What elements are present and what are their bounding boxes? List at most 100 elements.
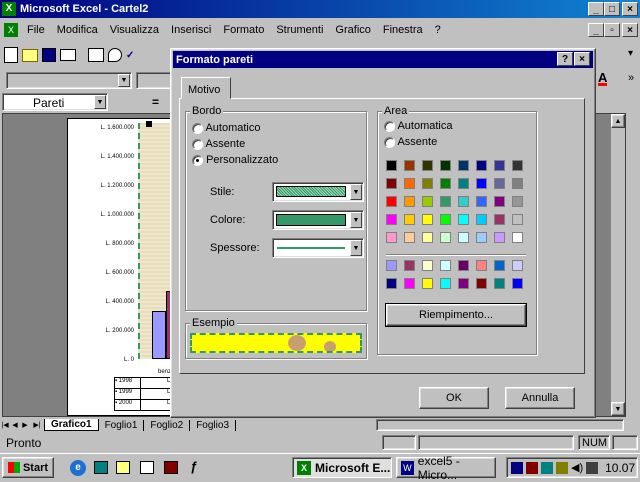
color-swatch[interactable] <box>386 160 397 171</box>
color-swatch[interactable] <box>458 178 469 189</box>
radio-circle[interactable] <box>192 122 203 134</box>
scroll-up-button[interactable]: ▲ <box>611 114 625 128</box>
tab-scroll-prev-icon[interactable]: ◀ <box>10 421 20 429</box>
maximize-button[interactable]: □ <box>604 2 620 16</box>
color-swatch[interactable] <box>386 260 397 271</box>
doc-close-button[interactable]: × <box>622 23 638 37</box>
menu-file[interactable]: File <box>21 24 51 36</box>
color-swatch[interactable] <box>494 214 505 225</box>
color-swatch[interactable] <box>476 278 487 289</box>
color-swatch[interactable] <box>404 278 415 289</box>
save-icon[interactable] <box>42 48 56 62</box>
tray-icon[interactable] <box>511 461 523 474</box>
dialog-close-button[interactable]: × <box>574 52 590 66</box>
tab-scroll-next-icon[interactable]: ▶ <box>20 421 30 429</box>
formula-equals[interactable]: = <box>152 95 159 109</box>
menu-visualizza[interactable]: Visualizza <box>104 24 165 36</box>
radio-circle[interactable] <box>192 154 203 166</box>
preview-icon[interactable] <box>108 48 122 62</box>
tab-scroll-last-icon[interactable]: ▶| <box>30 421 44 429</box>
tray-icon[interactable] <box>586 461 599 474</box>
tray-icon[interactable] <box>526 461 538 474</box>
color-swatch[interactable] <box>458 196 469 207</box>
color-swatch[interactable] <box>440 260 451 271</box>
fill-effects-button[interactable]: Riempimento... <box>385 303 527 327</box>
menu-formato[interactable]: Formato <box>217 24 270 36</box>
color-swatch[interactable] <box>494 232 505 243</box>
color-swatch[interactable] <box>386 278 397 289</box>
horizontal-scrollbar[interactable] <box>376 419 624 431</box>
color-dropdown[interactable]: ▼ <box>272 210 364 230</box>
task-excel[interactable]: X Microsoft E... <box>292 457 392 478</box>
color-swatch[interactable] <box>386 214 397 225</box>
color-swatch[interactable] <box>494 178 505 189</box>
color-swatch[interactable] <box>404 260 415 271</box>
chevron-down-icon[interactable]: ▼ <box>94 95 106 109</box>
color-swatch[interactable] <box>458 278 469 289</box>
chart-bar[interactable] <box>152 311 166 359</box>
sheet-tab-grafico1[interactable]: Grafico1 <box>44 419 99 431</box>
color-swatch[interactable] <box>476 178 487 189</box>
color-swatch[interactable] <box>440 214 451 225</box>
workbook-icon[interactable]: X <box>4 23 18 37</box>
color-swatch[interactable] <box>440 178 451 189</box>
quicklaunch-icon[interactable] <box>94 461 108 474</box>
color-swatch[interactable] <box>458 232 469 243</box>
color-swatch[interactable] <box>440 160 451 171</box>
print-icon[interactable] <box>60 49 76 61</box>
tab-motivo[interactable]: Motivo <box>181 77 231 99</box>
color-swatch[interactable] <box>422 278 433 289</box>
ok-button[interactable]: OK <box>419 387 489 409</box>
color-swatch[interactable] <box>494 260 505 271</box>
tray-icon[interactable] <box>541 461 553 474</box>
color-swatch[interactable] <box>458 260 469 271</box>
wall-selection-handle[interactable] <box>146 121 152 127</box>
menu-inserisci[interactable]: Inserisci <box>165 24 217 36</box>
chevron-down-icon[interactable]: ▼ <box>118 74 130 87</box>
color-swatch[interactable] <box>422 196 433 207</box>
color-swatch[interactable] <box>404 160 415 171</box>
color-swatch[interactable] <box>386 178 397 189</box>
speaker-icon[interactable]: ◀) <box>571 461 583 474</box>
color-swatch[interactable] <box>512 196 523 207</box>
color-swatch[interactable] <box>494 278 505 289</box>
sheet-tab-foglio1[interactable]: Foglio1 <box>99 419 145 431</box>
close-button[interactable]: × <box>622 2 638 16</box>
name-box[interactable]: Pareti ▼ <box>2 93 108 111</box>
color-swatch[interactable] <box>404 232 415 243</box>
doc-minimize-button[interactable]: _ <box>588 23 604 37</box>
tray-icon[interactable] <box>556 461 568 474</box>
font-color-icon[interactable]: A <box>598 71 608 86</box>
color-swatch[interactable] <box>422 260 433 271</box>
radio-automatico[interactable]: Automatico <box>192 122 260 134</box>
color-swatch[interactable] <box>422 160 433 171</box>
color-swatch[interactable] <box>440 278 451 289</box>
color-swatch[interactable] <box>440 196 451 207</box>
scroll-down-button[interactable]: ▼ <box>611 402 625 416</box>
sheet-tab-foglio3[interactable]: Foglio3 <box>190 419 237 431</box>
color-swatch[interactable] <box>512 160 523 171</box>
color-swatch[interactable] <box>494 196 505 207</box>
quicklaunch-icon[interactable]: ƒ <box>190 459 197 474</box>
color-swatch[interactable] <box>386 232 397 243</box>
color-swatch[interactable] <box>440 232 451 243</box>
color-swatch[interactable] <box>476 160 487 171</box>
clock[interactable]: 10.07 <box>605 461 635 475</box>
toolbar-overflow-icon[interactable]: » <box>628 72 634 84</box>
quicklaunch-icon[interactable] <box>164 461 178 474</box>
color-swatch[interactable] <box>404 214 415 225</box>
color-swatch[interactable] <box>512 260 523 271</box>
menu-grafico[interactable]: Grafico <box>329 24 376 36</box>
color-swatch[interactable] <box>422 214 433 225</box>
menu-finestra[interactable]: Finestra <box>377 24 429 36</box>
tab-scroll-first-icon[interactable]: |◀ <box>0 421 10 429</box>
radio-personalizzato[interactable]: Personalizzato <box>192 154 278 166</box>
cancel-button[interactable]: Annulla <box>505 387 575 409</box>
chevron-down-icon[interactable]: ▼ <box>350 184 362 200</box>
color-swatch[interactable] <box>512 178 523 189</box>
color-swatch[interactable] <box>476 232 487 243</box>
sheet-tab-foglio2[interactable]: Foglio2 <box>144 419 191 431</box>
new-icon[interactable] <box>4 47 18 63</box>
color-swatch[interactable] <box>404 196 415 207</box>
color-swatch[interactable] <box>476 260 487 271</box>
